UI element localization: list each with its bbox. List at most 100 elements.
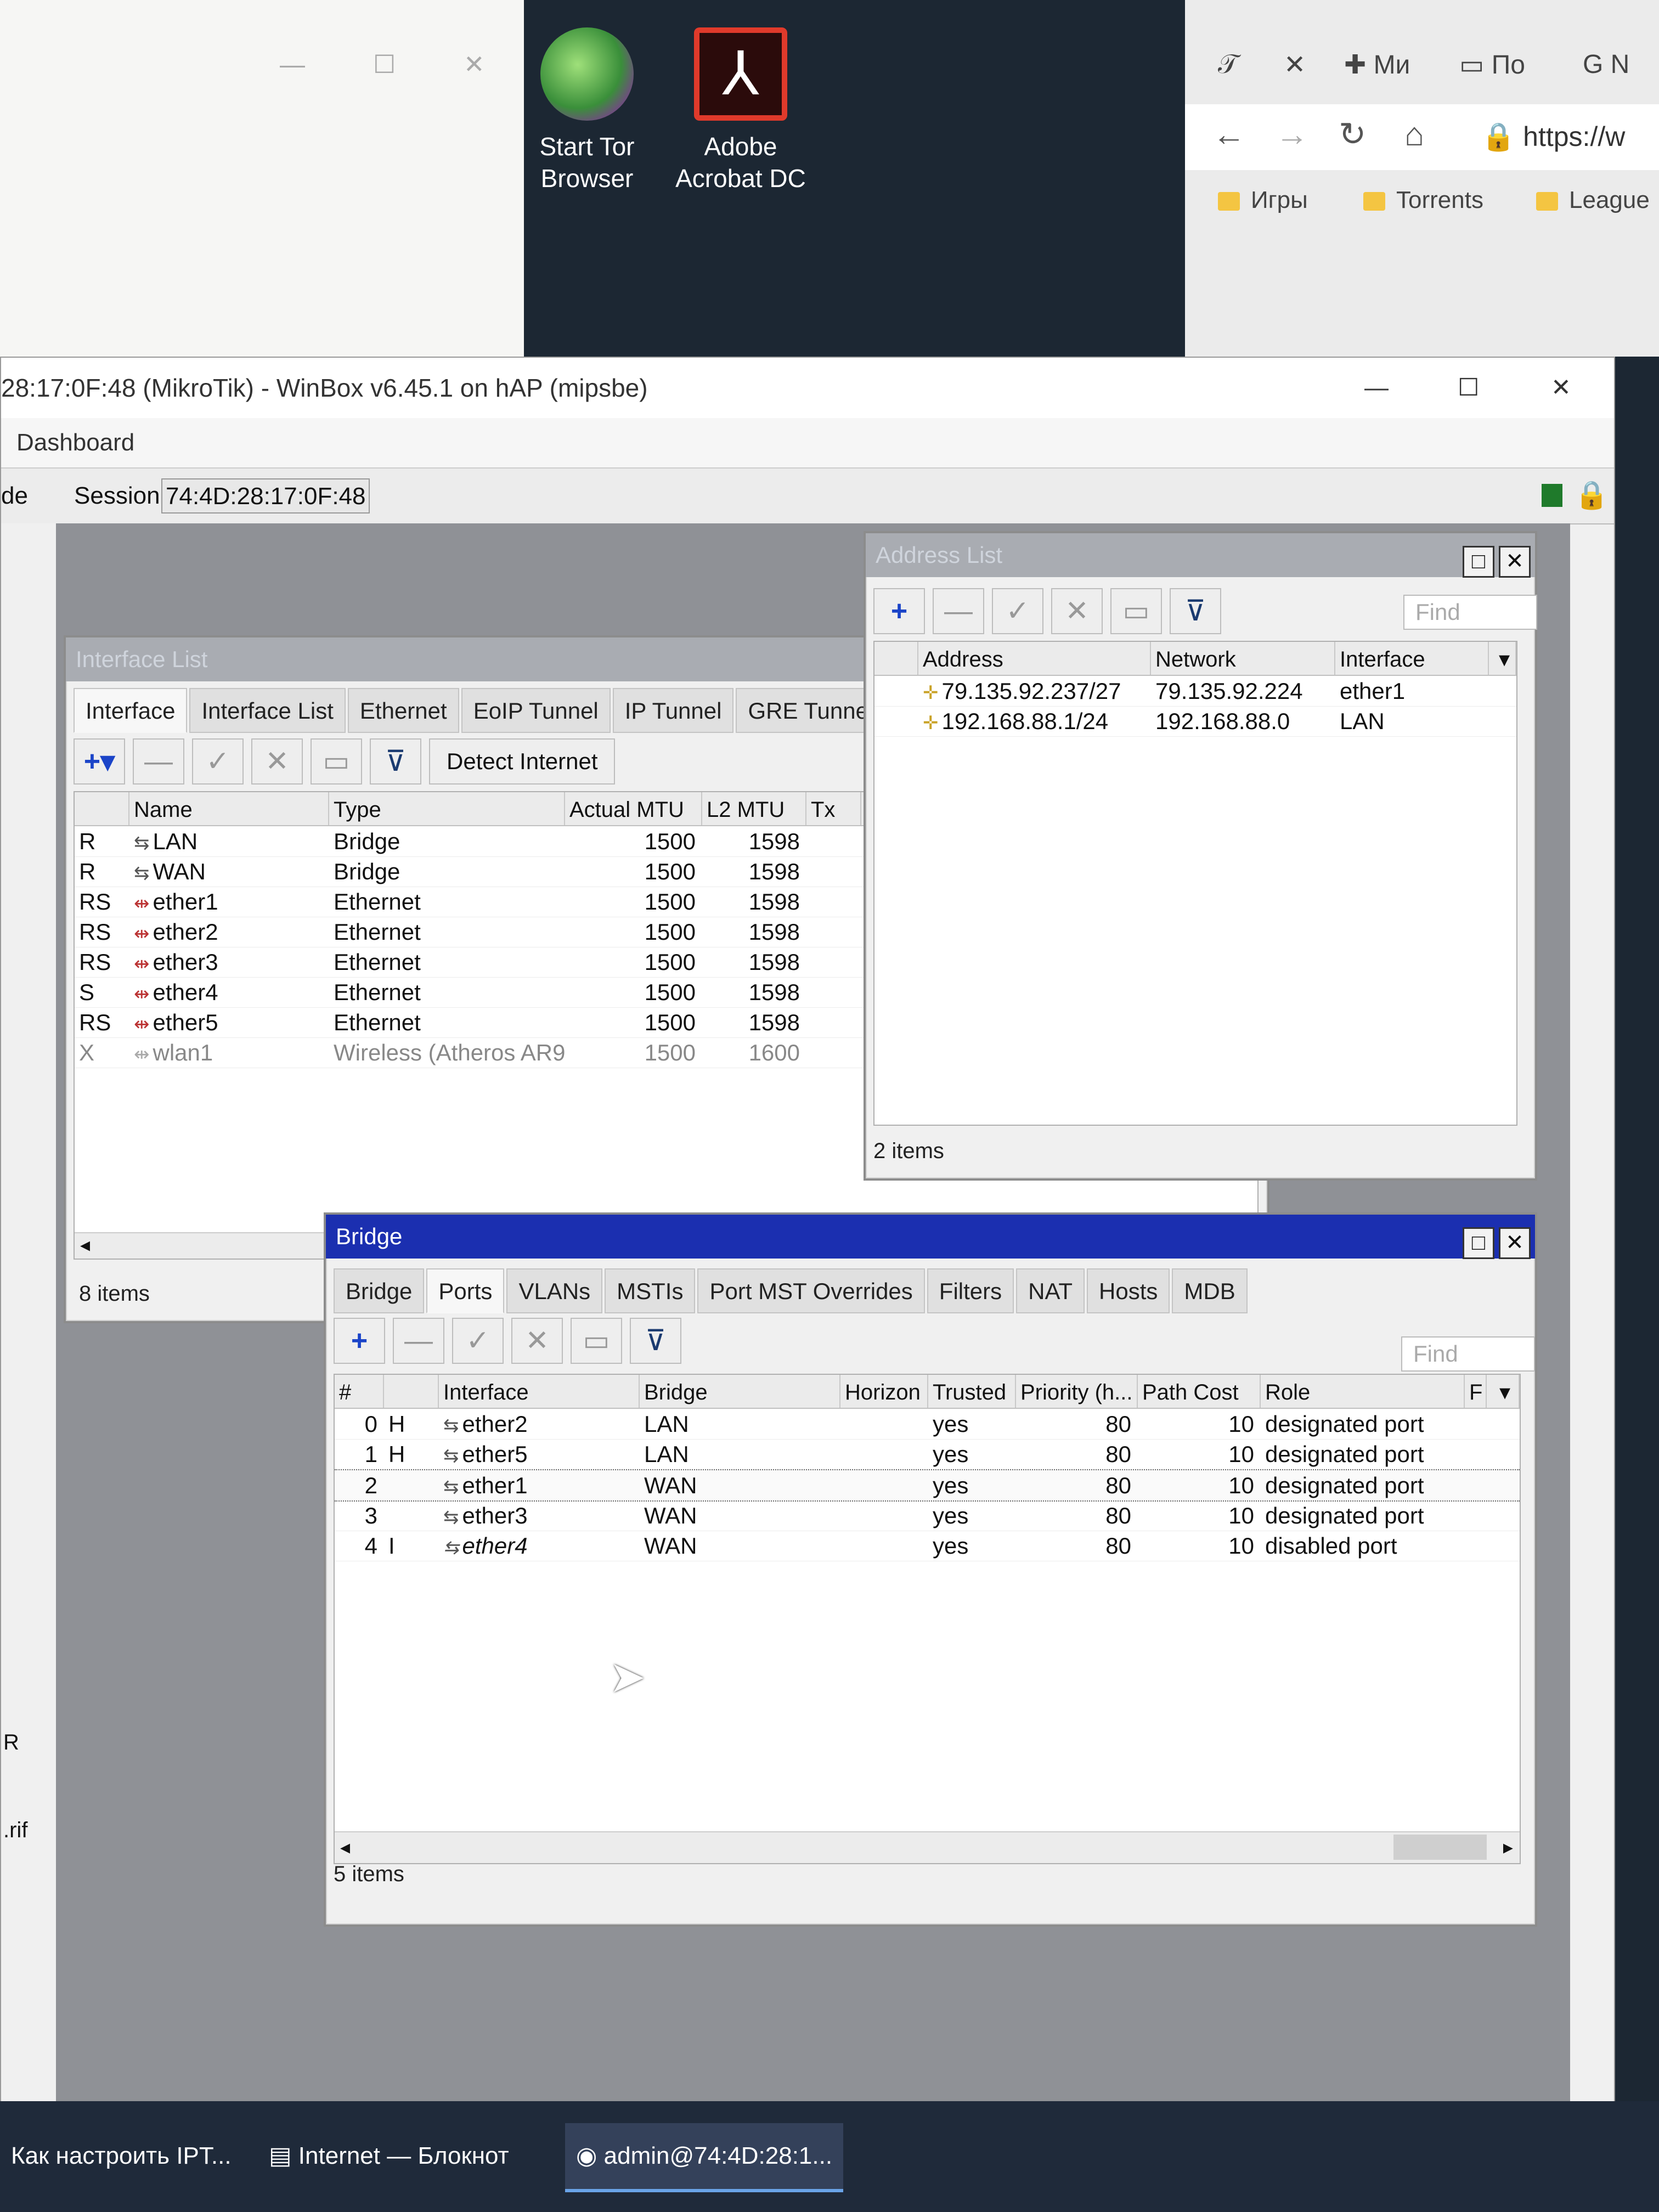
- close-icon[interactable]: ✕: [1499, 1227, 1531, 1259]
- enable-button[interactable]: ✓: [452, 1318, 504, 1364]
- table-row[interactable]: 4 I ⇆ ether4 WAN yes 80 10 disabled port: [335, 1531, 1520, 1561]
- close-icon[interactable]: ✕: [1551, 358, 1571, 418]
- restore-icon[interactable]: □: [1463, 546, 1494, 578]
- col-trusted[interactable]: Trusted: [928, 1375, 1016, 1408]
- desktop-icon-acrobat[interactable]: ⅄ Adobe Acrobat DC: [669, 27, 812, 194]
- tab-ip-tunnel[interactable]: IP Tunnel: [612, 688, 734, 733]
- col-bridge[interactable]: Bridge: [640, 1375, 840, 1408]
- table-row[interactable]: 0 H ⇆ ether2 LAN yes 80 10 designated port: [335, 1409, 1520, 1440]
- restore-icon[interactable]: □: [1463, 1227, 1494, 1259]
- table-row[interactable]: ✛ 79.135.92.237/27 79.135.92.224 ether1: [874, 676, 1516, 707]
- taskbar-item-browser[interactable]: Как настроить IPT...: [0, 2123, 242, 2189]
- remove-button[interactable]: —: [393, 1318, 444, 1364]
- close-icon[interactable]: ✕: [464, 49, 485, 79]
- taskbar-item-notepad[interactable]: ▤ Internet — Блокнот: [258, 2123, 520, 2189]
- scroll-right-icon[interactable]: ▸: [1503, 1836, 1513, 1859]
- col-flags[interactable]: [874, 642, 918, 675]
- bookmark-item[interactable]: League: [1536, 187, 1650, 214]
- back-icon[interactable]: ←: [1212, 115, 1245, 153]
- remove-button[interactable]: —: [133, 738, 184, 785]
- menu-fragment[interactable]: .rif: [3, 1818, 27, 1843]
- table-row[interactable]: ✛ 192.168.88.1/24 192.168.88.0 LAN: [874, 706, 1516, 737]
- tab-close-icon[interactable]: ✕: [1284, 49, 1306, 80]
- home-icon[interactable]: ⌂: [1404, 115, 1424, 153]
- col-tx[interactable]: Tx: [806, 792, 861, 825]
- bookmark-item[interactable]: Torrents: [1363, 187, 1483, 214]
- taskbar-item-winbox[interactable]: ◉ admin@74:4D:28:1...: [565, 2123, 844, 2192]
- maximize-icon[interactable]: ☐: [1458, 358, 1479, 418]
- find-input[interactable]: Find: [1401, 1336, 1535, 1372]
- minimize-icon[interactable]: —: [1364, 358, 1389, 418]
- col-name[interactable]: Name: [129, 792, 329, 825]
- tab-port-mst-overrides[interactable]: Port MST Overrides: [697, 1268, 925, 1313]
- col-l2-mtu[interactable]: L2 MTU: [702, 792, 806, 825]
- detect-internet-button[interactable]: Detect Internet: [429, 738, 616, 785]
- disable-button[interactable]: ✕: [1051, 588, 1103, 634]
- scroll-left-icon[interactable]: ◂: [340, 1836, 350, 1859]
- col-path-cost[interactable]: Path Cost: [1138, 1375, 1261, 1408]
- column-menu-icon[interactable]: ▾: [1487, 1375, 1520, 1408]
- col-priority[interactable]: Priority (h...: [1016, 1375, 1138, 1408]
- col-actual-mtu[interactable]: Actual MTU: [565, 792, 702, 825]
- tab-bridge[interactable]: Bridge: [334, 1268, 425, 1313]
- horizontal-scrollbar[interactable]: ◂ ▸: [335, 1831, 1520, 1863]
- enable-button[interactable]: ✓: [192, 738, 244, 785]
- filter-button[interactable]: ⊽: [1170, 588, 1221, 634]
- close-icon[interactable]: ✕: [1499, 546, 1531, 578]
- minimize-icon[interactable]: —: [280, 49, 305, 79]
- tab-mstis[interactable]: MSTIs: [605, 1268, 696, 1313]
- col-role[interactable]: Role: [1261, 1375, 1465, 1408]
- enable-button[interactable]: ✓: [992, 588, 1043, 634]
- col-number[interactable]: #: [335, 1375, 384, 1408]
- tab-interface-list[interactable]: Interface List: [189, 688, 346, 733]
- tab-mdb[interactable]: MDB: [1172, 1268, 1248, 1313]
- disable-button[interactable]: ✕: [511, 1318, 563, 1364]
- tab-hosts[interactable]: Hosts: [1087, 1268, 1170, 1313]
- url-bar[interactable]: 🔒 https://w: [1481, 121, 1625, 153]
- add-button[interactable]: +: [873, 588, 925, 634]
- comment-button[interactable]: ▭: [1110, 588, 1162, 634]
- find-input[interactable]: Find: [1403, 595, 1537, 630]
- col-address[interactable]: Address: [918, 642, 1151, 675]
- reload-icon[interactable]: ↻: [1339, 115, 1366, 154]
- col-interface[interactable]: Interface: [1335, 642, 1489, 675]
- remove-button[interactable]: —: [933, 588, 984, 634]
- browser-tab[interactable]: ✚ Ми: [1344, 49, 1410, 80]
- add-button[interactable]: +▾: [74, 738, 125, 785]
- tor-tab-icon[interactable]: 𝒯: [1218, 49, 1238, 80]
- session-field[interactable]: 74:4D:28:17:0F:48: [161, 478, 370, 514]
- tab-interface[interactable]: Interface: [74, 688, 188, 733]
- disable-button[interactable]: ✕: [251, 738, 303, 785]
- menu-dashboard[interactable]: Dashboard: [1, 429, 134, 456]
- bookmark-item[interactable]: Игры: [1218, 187, 1308, 214]
- tab-vlans[interactable]: VLANs: [506, 1268, 603, 1313]
- filter-button[interactable]: ⊽: [370, 738, 421, 785]
- col-flags[interactable]: [384, 1375, 439, 1408]
- browser-tab[interactable]: ▭ По: [1459, 49, 1525, 80]
- tab-filters[interactable]: Filters: [927, 1268, 1014, 1313]
- column-menu-icon[interactable]: ▾: [1489, 642, 1516, 675]
- window-titlebar[interactable]: Address List □ ✕: [866, 533, 1535, 578]
- table-row-selected[interactable]: 2 ⇆ ether1 WAN yes 80 10 designated port: [335, 1469, 1520, 1502]
- col-horizon[interactable]: Horizon: [840, 1375, 928, 1408]
- tab-nat[interactable]: NAT: [1016, 1268, 1085, 1313]
- tab-eoip-tunnel[interactable]: EoIP Tunnel: [461, 688, 611, 733]
- table-row[interactable]: 1 H ⇆ ether5 LAN yes 80 10 designated port: [335, 1439, 1520, 1470]
- desktop-icon-tor[interactable]: Start Tor Browser: [516, 27, 658, 194]
- col-flags[interactable]: [75, 792, 129, 825]
- comment-button[interactable]: ▭: [571, 1318, 622, 1364]
- maximize-icon[interactable]: ☐: [373, 49, 396, 79]
- col-f[interactable]: F: [1465, 1375, 1487, 1408]
- comment-button[interactable]: ▭: [311, 738, 362, 785]
- add-button[interactable]: +: [334, 1318, 385, 1364]
- col-type[interactable]: Type: [329, 792, 565, 825]
- col-interface[interactable]: Interface: [439, 1375, 640, 1408]
- window-titlebar[interactable]: Bridge □ ✕: [326, 1215, 1535, 1259]
- table-row[interactable]: 3 ⇆ ether3 WAN yes 80 10 designated port: [335, 1500, 1520, 1531]
- scroll-left-icon[interactable]: ◂: [80, 1233, 90, 1256]
- browser-tab[interactable]: G N: [1583, 49, 1629, 80]
- col-network[interactable]: Network: [1151, 642, 1335, 675]
- scroll-thumb[interactable]: [1393, 1835, 1487, 1860]
- forward-icon[interactable]: →: [1276, 115, 1308, 153]
- tab-ethernet[interactable]: Ethernet: [347, 688, 459, 733]
